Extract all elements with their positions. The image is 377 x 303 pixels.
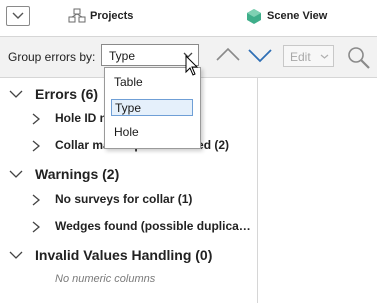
tree-item-label: Wedges found (possible duplicate entries… <box>55 219 253 233</box>
empty-message: No numeric columns <box>55 273 156 285</box>
chevron-down-icon <box>9 90 23 98</box>
scene-view-icon <box>247 9 261 24</box>
dropdown-option-type[interactable]: Type <box>111 99 193 116</box>
chevron-down-icon <box>9 170 23 178</box>
group-errors-label: Group errors by: <box>8 50 96 64</box>
edit-label: Edit <box>290 50 311 64</box>
dropdown-option-label: Hole <box>114 125 139 139</box>
mouse-cursor-icon <box>185 55 199 76</box>
tree-item-label: No surveys for collar (1) <box>55 192 193 206</box>
group-errors-dropdown: Table Type Hole <box>104 67 201 149</box>
chevron-down-icon <box>12 12 24 19</box>
chevron-right-icon <box>32 194 40 206</box>
chevron-down-icon <box>9 251 23 259</box>
tree-group-label: Warnings (2) <box>35 166 120 182</box>
projects-label: Projects <box>90 10 134 22</box>
dropdown-option-label: Type <box>115 101 142 115</box>
previous-error-button[interactable] <box>215 45 241 65</box>
group-errors-value: Type <box>109 49 136 63</box>
top-bar: Projects Scene View <box>0 0 377 37</box>
panel-divider <box>257 78 258 303</box>
chevron-down-icon <box>320 54 329 59</box>
tree-group-invalid-values[interactable]: Invalid Values Handling (0) <box>0 243 257 265</box>
scene-view-label: Scene View <box>267 10 328 22</box>
tree-item[interactable]: No surveys for collar (1) <box>0 189 257 209</box>
collapse-panel-button[interactable] <box>6 6 30 26</box>
dropdown-option-hole[interactable]: Hole <box>111 124 193 141</box>
tree-group-warnings[interactable]: Warnings (2) <box>0 162 257 184</box>
chevron-right-icon <box>32 113 40 125</box>
edit-select[interactable]: Edit <box>283 45 334 67</box>
next-error-button[interactable] <box>247 45 273 65</box>
chevron-right-icon <box>32 140 40 152</box>
dropdown-option-label: Table <box>114 75 143 89</box>
tree-group-label: Invalid Values Handling (0) <box>35 247 213 263</box>
chevron-right-icon <box>32 221 40 233</box>
zoom-to-icon[interactable] <box>347 46 371 70</box>
projects-icon <box>68 8 86 23</box>
dropdown-option-table[interactable]: Table <box>111 74 193 91</box>
tree-group-label: Errors (6) <box>35 86 99 102</box>
tree-item[interactable]: Wedges found (possible duplicate entries… <box>0 216 257 236</box>
